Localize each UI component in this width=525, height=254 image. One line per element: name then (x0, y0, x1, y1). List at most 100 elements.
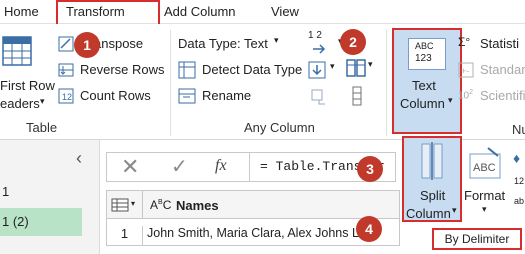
pivot-column-button[interactable]: ▾ (346, 58, 376, 80)
split-column-button[interactable]: Split Column ▾ (402, 136, 462, 222)
pivot-column-chevron-icon: ▾ (368, 59, 373, 69)
right-edge-ab: ab (514, 196, 525, 206)
callout-badge-1: 1 (74, 32, 100, 58)
text-column-label-1: Text (412, 78, 436, 93)
scientific-label: Scientifi (480, 88, 525, 103)
transpose-label: anspose (94, 36, 144, 51)
svg-text:12: 12 (62, 92, 72, 102)
collapse-pane-icon[interactable]: ‹ (76, 148, 82, 169)
text-column-icon: ABC 123 (408, 38, 446, 70)
svg-text:+-: +- (461, 66, 469, 76)
right-edge-nums: 12 (514, 176, 525, 186)
table-corner-menu[interactable]: ▾ (107, 191, 143, 219)
query-item-selected[interactable]: 1 (2) (0, 208, 82, 236)
first-row-headers-button[interactable]: First Row eaders ▾ (0, 28, 55, 112)
fx-icon[interactable]: fx (215, 157, 227, 175)
group-divider (386, 30, 387, 136)
cancel-formula-icon[interactable]: ✕ (121, 154, 139, 180)
count-rows-icon: 12 (58, 88, 74, 104)
by-delimiter-option[interactable]: By Delimiter (432, 228, 522, 250)
callout-badge-4: 4 (356, 216, 382, 242)
callout-badge-2: 2 (340, 29, 366, 55)
tab-view[interactable]: View (271, 0, 299, 24)
data-type-chevron-icon: ▾ (274, 35, 279, 45)
statistics-label: Statisti (480, 36, 520, 51)
statistics-button[interactable]: Σ° Statisti (458, 34, 525, 54)
replace-values-icon (313, 44, 326, 54)
detect-data-type-button[interactable]: Detect Data Type (178, 60, 304, 80)
format-button[interactable]: ABC Format ▾ (464, 140, 514, 216)
right-edge-icon: ♦ (513, 150, 521, 166)
text-column-icon-abc: ABC (415, 41, 434, 51)
text-column-chevron-icon: ▾ (448, 95, 453, 105)
tab-home[interactable]: Home (4, 0, 39, 24)
text-column-icon-123: 123 (415, 53, 432, 64)
format-icon: ABC (469, 147, 501, 179)
reverse-rows-button[interactable]: Reverse Rows (58, 60, 168, 80)
detect-data-type-icon (178, 61, 196, 79)
transpose-icon (58, 36, 74, 52)
count-rows-label: Count Rows (80, 88, 151, 103)
number-group-label: Nu (512, 122, 525, 137)
rename-button[interactable]: Rename (178, 86, 268, 106)
first-row-dropdown-icon: ▾ (40, 96, 45, 106)
reverse-rows-label: Reverse Rows (80, 62, 165, 77)
first-row-headers-icon (2, 36, 32, 66)
format-label: Format (464, 188, 506, 203)
row-number: 1 (107, 226, 143, 245)
table-icon (111, 198, 129, 212)
standard-label: Standar (480, 62, 525, 77)
data-grid: ▾ ABC Names 1 John Smith, Maria Clara, A… (106, 190, 400, 246)
text-type-icon[interactable]: ABC (150, 198, 171, 212)
column-header-names[interactable]: ABC Names (144, 191, 399, 219)
callout-badge-3: 3 (357, 156, 383, 182)
count-rows-button[interactable]: 12 Count Rows (58, 86, 168, 106)
data-type-label: Data Type: Text (178, 36, 268, 51)
rename-icon (178, 88, 196, 104)
scientific-icon: 102 (458, 89, 474, 102)
text-column-group[interactable]: ABC 123 Text Column ▾ (392, 28, 462, 134)
formula-bar: ✕ ✓ fx = Table.Transfor (106, 152, 396, 182)
convert-to-list-icon (311, 89, 325, 105)
text-column-label-2: Column (400, 96, 445, 111)
grid-header-row: ▾ ABC Names (107, 191, 399, 219)
split-column-chevron-icon: ▾ (452, 205, 457, 215)
by-delimiter-label: By Delimiter (444, 232, 510, 246)
move-column-icon (352, 86, 362, 106)
format-chevron-icon: ▾ (482, 204, 487, 214)
pivot-column-icon (346, 59, 366, 77)
queries-pane: 1 1 (2) ‹ (0, 140, 100, 254)
fill-down-icon (308, 61, 326, 79)
fill-down-chevron-icon: ▾ (330, 61, 335, 71)
table-group-label: Table (26, 120, 58, 135)
statistics-icon: Σ° (458, 35, 471, 49)
scientific-button[interactable]: 102 Scientifi (458, 86, 525, 106)
split-column-label-1: Split (420, 188, 446, 203)
commit-formula-icon[interactable]: ✓ (171, 154, 188, 179)
rename-label: Rename (202, 88, 252, 103)
tab-add-column[interactable]: Add Column (164, 0, 236, 24)
column-header-label: Names (176, 198, 219, 213)
fill-down-button[interactable]: ▾ (308, 60, 338, 80)
query-item[interactable]: 1 (0, 178, 82, 206)
split-column-label-2: Column (406, 206, 451, 221)
replace-values-nums: 1 2 (308, 30, 322, 41)
table-cell[interactable]: John Smith, Maria Clara, Alex Johns L (147, 226, 359, 240)
split-column-icon (421, 142, 443, 180)
first-row-label-1: First Row (0, 78, 55, 93)
query-item-label: 1 (2, 184, 10, 199)
any-column-group-label: Any Column (244, 120, 315, 135)
first-row-label-2: eaders (0, 96, 40, 111)
convert-to-list-button[interactable] (308, 86, 338, 112)
group-divider (170, 30, 171, 136)
reverse-rows-icon (58, 63, 74, 77)
move-column-button[interactable] (348, 86, 368, 112)
standard-icon: +- (458, 62, 474, 78)
standard-button[interactable]: +- Standar (458, 60, 525, 80)
transform-tab-highlight (56, 0, 160, 27)
corner-chevron-icon: ▾ (131, 199, 136, 208)
query-item-label: 1 (2) (2, 214, 29, 229)
svg-text:ABC: ABC (473, 162, 496, 174)
detect-data-type-label: Detect Data Type (202, 62, 303, 77)
data-type-dropdown[interactable]: Data Type: Text ▾ (178, 34, 286, 54)
